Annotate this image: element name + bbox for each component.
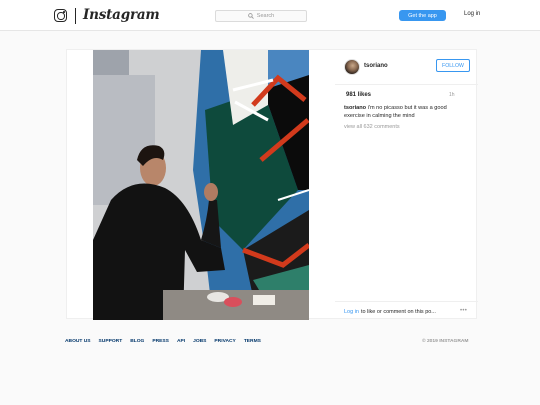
footer-nav: ABOUT US SUPPORT BLOG PRESS API JOBS PRI… <box>65 339 261 344</box>
avatar[interactable] <box>344 59 360 75</box>
footer-link-privacy[interactable]: PRIVACY <box>214 339 235 344</box>
footer-link-press[interactable]: PRESS <box>152 339 169 344</box>
search-input[interactable]: Search <box>215 10 307 22</box>
post-card: tsoriano FOLLOW 981 likes 1h tsoriano i'… <box>66 49 478 320</box>
footer-link-terms[interactable]: TERMS <box>244 339 261 344</box>
footer-link-support[interactable]: SUPPORT <box>99 339 123 344</box>
more-options-icon[interactable]: ••• <box>460 308 467 314</box>
search-icon <box>247 13 254 19</box>
post-username[interactable]: tsoriano <box>364 63 388 69</box>
login-to-comment-text: to like or comment on this po... <box>361 309 436 315</box>
post-photo[interactable] <box>93 50 309 320</box>
instagram-logo-icon[interactable] <box>54 9 67 22</box>
login-link[interactable]: Log in <box>464 11 480 17</box>
top-header: Instagram Search Get the app Log in <box>0 0 540 31</box>
footer-link-api[interactable]: API <box>177 339 185 344</box>
footer-link-about-us[interactable]: ABOUT US <box>65 339 91 344</box>
divider <box>335 301 478 302</box>
search-placeholder: Search <box>256 13 275 19</box>
divider <box>335 84 478 85</box>
login-to-comment-link[interactable]: Log in <box>344 309 359 315</box>
copyright-text: © 2019 INSTAGRAM <box>422 339 469 344</box>
footer-link-jobs[interactable]: JOBS <box>193 339 206 344</box>
post-caption: tsoriano i'm no picasso but it was a goo… <box>344 105 468 120</box>
caption-username[interactable]: tsoriano <box>344 105 366 111</box>
likes-count[interactable]: 981 likes <box>346 92 371 98</box>
follow-button[interactable]: FOLLOW <box>436 59 470 72</box>
view-all-comments-link[interactable]: view all 632 comments <box>344 124 400 130</box>
logo-divider <box>75 8 76 24</box>
post-time: 1h <box>449 92 455 98</box>
footer-link-blog[interactable]: BLOG <box>130 339 144 344</box>
get-the-app-button[interactable]: Get the app <box>399 10 446 21</box>
post-sidebar: tsoriano FOLLOW 981 likes 1h tsoriano i'… <box>335 50 478 320</box>
instagram-wordmark[interactable]: Instagram <box>83 7 160 23</box>
